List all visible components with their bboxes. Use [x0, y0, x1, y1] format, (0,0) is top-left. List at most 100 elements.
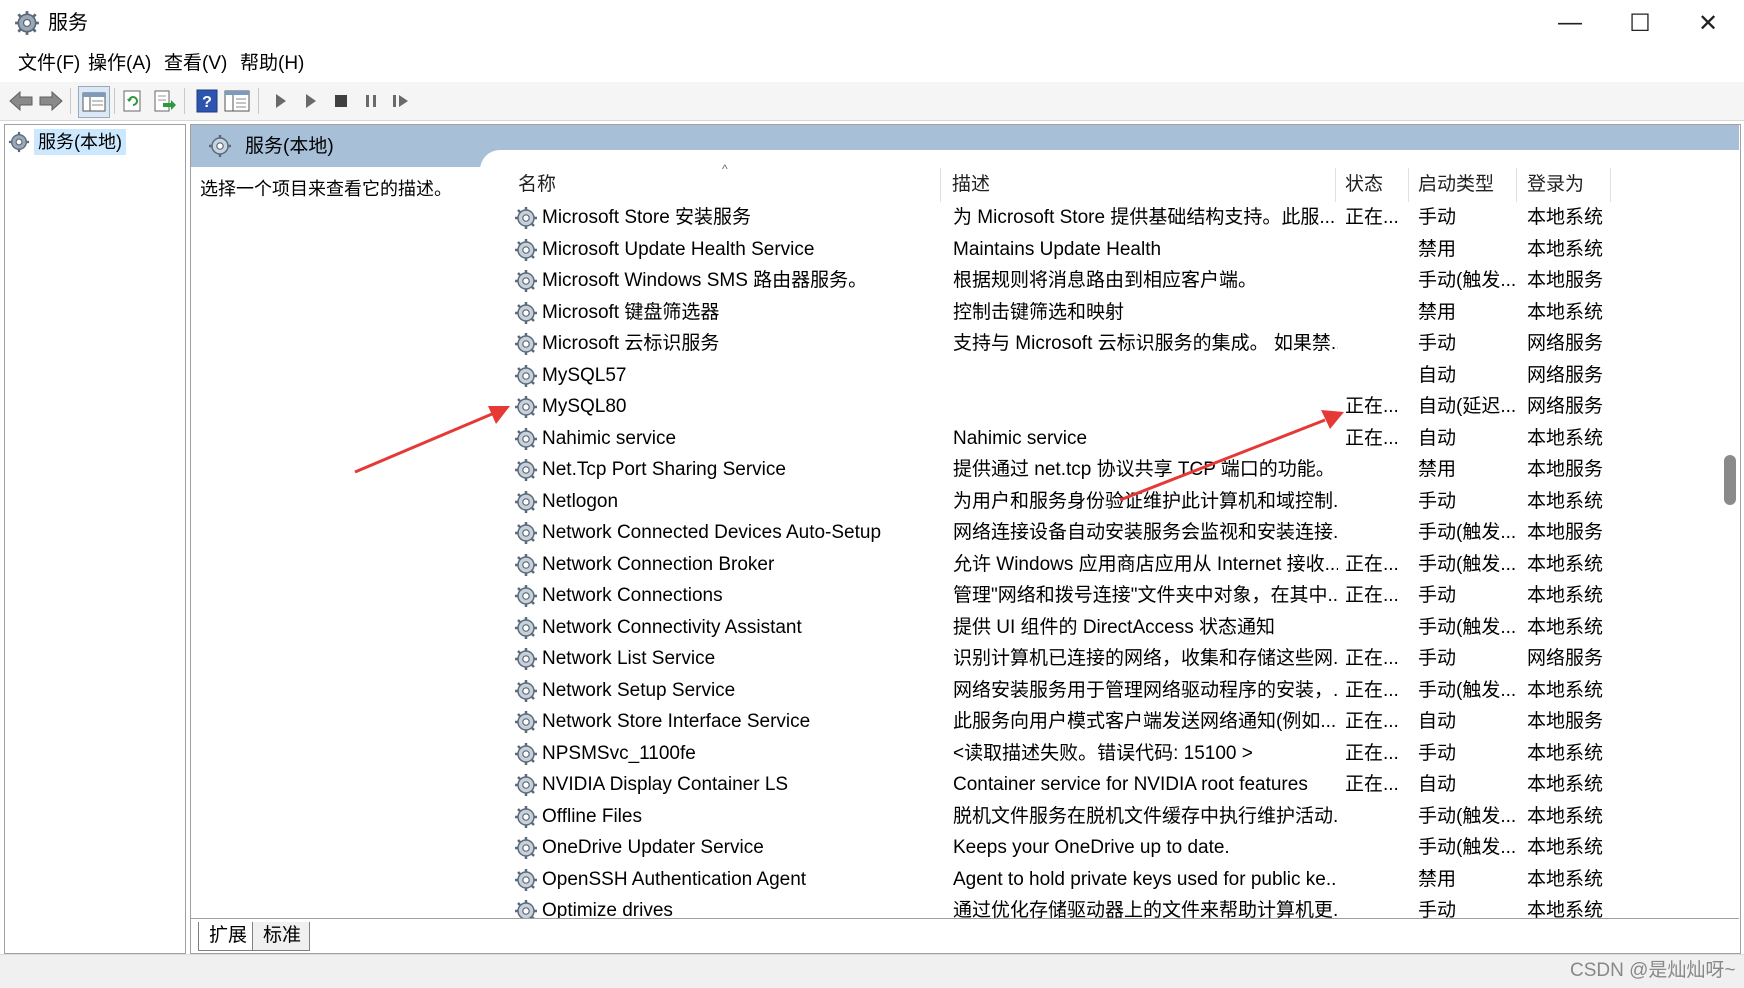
- service-logon-as: 本地系统: [1527, 553, 1604, 575]
- service-name: Network Store Interface Service: [542, 711, 811, 732]
- tab-standard[interactable]: 标准: [252, 922, 311, 951]
- service-row[interactable]: MySQL80 正在... 自动(延迟... 网络服务: [508, 391, 1724, 422]
- service-startup-type: 自动: [1418, 427, 1457, 449]
- start-service-icon[interactable]: [266, 86, 296, 116]
- service-row[interactable]: Netlogon 为用户和服务身份验证维护此计算机和域控制... 手动 本地系统: [508, 486, 1724, 517]
- service-description: Maintains Update Health: [953, 238, 1162, 260]
- menu-help[interactable]: 帮助(H): [236, 50, 308, 78]
- service-row[interactable]: Net.Tcp Port Sharing Service 提供通过 net.tcp…: [508, 454, 1724, 485]
- service-description: 允许 Windows 应用商店应用从 Internet 接收...: [953, 553, 1338, 575]
- service-status: 正在...: [1345, 711, 1399, 732]
- service-description: 网络连接设备自动安装服务会监视和安装连接...: [953, 522, 1338, 543]
- toolbar: [0, 82, 1744, 121]
- service-logon-as: 本地系统: [1527, 900, 1604, 918]
- start-service-alt-icon[interactable]: [296, 86, 326, 116]
- service-logon-as: 本地服务: [1527, 270, 1604, 291]
- service-gear-icon: [515, 742, 537, 765]
- service-startup-type: 手动: [1418, 742, 1457, 764]
- service-row[interactable]: Network Connections 管理"网络和拨号连接"文件夹中对象，在其中…: [508, 580, 1724, 611]
- toolbar-separator: [258, 88, 259, 114]
- service-name: OneDrive Updater Service: [542, 837, 764, 858]
- vertical-scrollbar[interactable]: [1722, 166, 1738, 916]
- tree-item-label: 服务(本地): [34, 129, 126, 155]
- service-row[interactable]: MySQL57 自动 网络服务: [508, 360, 1724, 391]
- service-row[interactable]: Microsoft 键盘筛选器 控制击键筛选和映射 禁用 本地系统: [508, 297, 1724, 328]
- service-description: 控制击键筛选和映射: [953, 301, 1125, 323]
- service-row[interactable]: Microsoft Update Health Service Maintains…: [508, 234, 1724, 265]
- service-logon-as: 本地系统: [1527, 238, 1604, 260]
- service-startup-type: 手动: [1418, 490, 1457, 512]
- tree-item-services-local[interactable]: 服务(本地): [8, 128, 126, 156]
- service-row[interactable]: Network Connection Broker 允许 Windows 应用商店…: [508, 549, 1724, 580]
- services-gear-icon: [209, 135, 231, 157]
- menu-action[interactable]: 操作(A): [84, 50, 155, 78]
- maximize-button[interactable]: ☐: [1604, 0, 1676, 46]
- service-logon-as: 本地系统: [1527, 585, 1604, 606]
- restart-service-icon[interactable]: [386, 86, 416, 116]
- services-gear-icon: [15, 11, 39, 35]
- service-startup-type: 禁用: [1418, 238, 1457, 260]
- service-gear-icon: [515, 585, 537, 607]
- service-row[interactable]: Microsoft 云标识服务 支持与 Microsoft 云标识服务的集成。 如…: [508, 328, 1724, 359]
- service-row[interactable]: Network Store Interface Service 此服务向用户模式客…: [508, 706, 1724, 737]
- service-row[interactable]: NVIDIA Display Container LS Container ser…: [508, 769, 1724, 800]
- service-row[interactable]: Offline Files 脱机文件服务在脱机文件缓存中执行维护活动... 手动(触…: [508, 801, 1724, 832]
- description-text: 选择一个项目来查看它的描述。: [200, 179, 452, 199]
- service-name: Network List Service: [542, 648, 716, 669]
- back-arrow-icon[interactable]: [6, 86, 36, 116]
- status-bar: [0, 954, 1744, 988]
- service-description: Container service for NVIDIA root featur…: [953, 774, 1308, 795]
- service-row[interactable]: Nahimic service Nahimic service 正在... 自动 本地系…: [508, 423, 1724, 454]
- service-name: Net.Tcp Port Sharing Service: [542, 459, 786, 480]
- menu-view[interactable]: 查看(V): [160, 50, 231, 78]
- service-logon-as: 本地系统: [1527, 868, 1604, 890]
- service-row[interactable]: Network List Service 识别计算机已连接的网络，收集和存储这些网…: [508, 643, 1724, 674]
- pause-service-icon[interactable]: [356, 86, 386, 116]
- service-row[interactable]: OneDrive Updater Service Keeps your OneDr…: [508, 832, 1724, 863]
- service-name: OpenSSH Authentication Agent: [542, 868, 807, 890]
- service-gear-icon: [515, 396, 537, 418]
- service-gear-icon: [515, 805, 537, 828]
- service-logon-as: 网络服务: [1527, 396, 1604, 417]
- service-status: 正在...: [1345, 207, 1399, 228]
- menu-file[interactable]: 文件(F): [14, 50, 84, 78]
- service-status: 正在...: [1345, 742, 1399, 764]
- service-logon-as: 本地系统: [1527, 742, 1604, 764]
- service-row[interactable]: NPSMSvc_1100fe <读取描述失败。错误代码: 15100 > 正在...…: [508, 738, 1724, 769]
- scrollbar-thumb[interactable]: [1724, 455, 1736, 505]
- export-list-icon[interactable]: [150, 86, 180, 116]
- properties-icon[interactable]: [222, 86, 252, 116]
- show-console-tree-icon[interactable]: [78, 86, 110, 118]
- title-bar: [0, 0, 1744, 46]
- service-name: Microsoft Windows SMS 路由器服务。: [542, 270, 868, 291]
- service-description: 根据规则将消息路由到相应客户端。: [953, 270, 1258, 291]
- service-name: Network Connections: [542, 585, 723, 606]
- service-logon-as: 本地系统: [1527, 679, 1604, 701]
- service-startup-type: 自动: [1418, 711, 1457, 732]
- service-row[interactable]: Network Connected Devices Auto-Setup 网络连接…: [508, 517, 1724, 548]
- service-gear-icon: [515, 333, 537, 355]
- service-name: Microsoft 键盘筛选器: [542, 301, 720, 323]
- pane-title: 服务(本地): [245, 136, 334, 157]
- service-name: Network Connectivity Assistant: [542, 616, 802, 638]
- service-row[interactable]: Microsoft Windows SMS 路由器服务。 根据规则将消息路由到相应…: [508, 265, 1724, 296]
- stop-service-icon[interactable]: [326, 86, 356, 116]
- refresh-icon[interactable]: [118, 86, 148, 116]
- service-startup-type: 自动(延迟...: [1418, 396, 1517, 417]
- close-button[interactable]: ✕: [1672, 0, 1744, 46]
- service-description: <读取描述失败。错误代码: 15100 >: [953, 742, 1253, 764]
- service-row[interactable]: Network Connectivity Assistant 提供 UI 组件的 …: [508, 612, 1724, 643]
- service-row[interactable]: OpenSSH Authentication Agent Agent to hol…: [508, 864, 1724, 895]
- tab-extended[interactable]: 扩展: [198, 922, 257, 951]
- service-startup-type: 禁用: [1418, 459, 1457, 480]
- service-description: Nahimic service: [953, 427, 1088, 449]
- service-row[interactable]: Microsoft Store 安装服务 为 Microsoft Store 提供…: [508, 202, 1724, 233]
- help-icon[interactable]: ?: [192, 86, 222, 116]
- service-startup-type: 手动(触发...: [1418, 837, 1517, 858]
- service-row[interactable]: Network Setup Service 网络安装服务用于管理网络驱动程序的安装…: [508, 675, 1724, 706]
- minimize-button[interactable]: —: [1534, 0, 1606, 46]
- forward-arrow-icon[interactable]: [36, 86, 66, 116]
- service-row[interactable]: Optimize drives 通过优化存储驱动器上的文件来帮助计算机更... 手动…: [508, 895, 1724, 918]
- service-startup-type: 手动(触发...: [1418, 522, 1517, 543]
- service-startup-type: 自动: [1418, 364, 1457, 386]
